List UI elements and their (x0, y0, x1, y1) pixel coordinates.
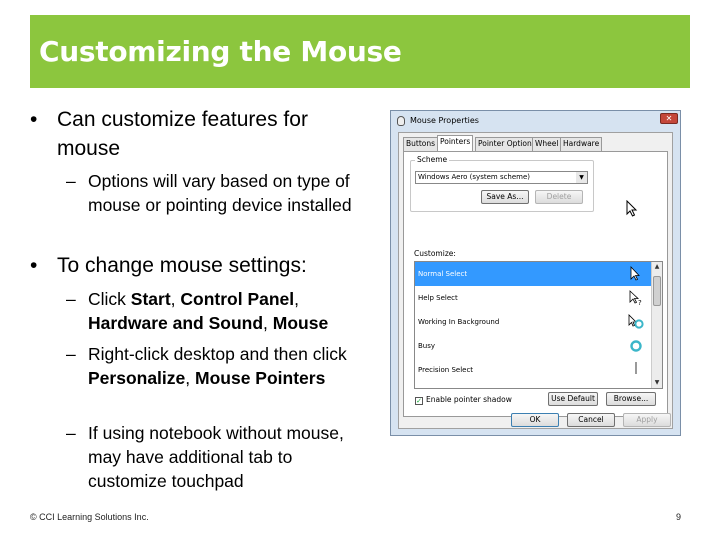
sub-bullet-item: – If using notebook without mouse, may ha… (30, 421, 355, 493)
delete-button[interactable]: Delete (535, 190, 583, 204)
tab-buttons[interactable]: Buttons (403, 137, 439, 151)
dialog-title: Mouse Properties (410, 116, 479, 125)
slide-title: Customizing the Mouse (39, 35, 402, 68)
scroll-up-icon[interactable]: ▲ (652, 262, 662, 272)
arrow-cursor-icon (626, 200, 638, 217)
sub-bullet-item: – Options will vary based on type of mous… (30, 169, 370, 217)
pointer-item-help-select[interactable]: Help Select ? (415, 286, 652, 310)
save-as-button[interactable]: Save As... (481, 190, 529, 204)
mouse-icon (397, 116, 405, 126)
scheme-group: Scheme Windows Aero (system scheme) ▼ Sa… (410, 155, 594, 212)
pointer-item-working-in-background[interactable]: Working In Background (415, 310, 652, 334)
sub-bullet-item: – Click Start, Control Panel, Hardware an… (30, 287, 375, 335)
cancel-button[interactable]: Cancel (567, 413, 615, 427)
pointer-list-scrollbar[interactable]: ▲ ▼ (651, 262, 662, 388)
bullet-item: • Can customize features for mouse (30, 105, 350, 163)
tab-wheel[interactable]: Wheel (532, 137, 562, 151)
enable-pointer-shadow-checkbox[interactable]: ✓ Enable pointer shadow (415, 395, 512, 405)
tab-hardware[interactable]: Hardware (560, 137, 603, 151)
sub-bullet-text: Options will vary based on type of mouse… (88, 171, 352, 215)
use-default-button[interactable]: Use Default (548, 392, 598, 406)
tab-pointers[interactable]: Pointers (437, 135, 474, 152)
bullet-dot: • (30, 254, 38, 277)
svg-text:?: ? (638, 299, 642, 306)
pointer-list: Normal Select Help Select ? Working In B… (414, 261, 663, 389)
sub-bullet-item: – Right-click desktop and then click Pers… (30, 342, 360, 390)
close-button[interactable]: ✕ (660, 113, 678, 124)
dash: – (66, 289, 76, 309)
sub-bullet-text: If using notebook without mouse, may hav… (88, 423, 344, 491)
pointers-panel: Scheme Windows Aero (system scheme) ▼ Sa… (403, 151, 668, 417)
dialog-body: Buttons Pointers Pointer Options Wheel H… (398, 132, 673, 429)
help-cursor-icon: ? (629, 290, 642, 306)
copyright-footer: © CCI Learning Solutions Inc. (30, 512, 149, 522)
scroll-down-icon[interactable]: ▼ (652, 378, 662, 388)
dash: – (66, 344, 76, 364)
dialog-titlebar: Mouse Properties (397, 114, 673, 128)
busy-cursor-icon (630, 340, 642, 352)
tab-pointer-options[interactable]: Pointer Options (475, 137, 539, 151)
dash: – (66, 171, 76, 191)
dash: – (66, 423, 76, 443)
bullet-item: • To change mouse settings: (30, 251, 370, 280)
bullet-dot: • (30, 108, 38, 131)
scheme-label: Scheme (415, 155, 450, 164)
scroll-thumb[interactable] (653, 276, 661, 306)
title-bar: Customizing the Mouse (30, 15, 690, 88)
crosshair-cursor-icon (635, 362, 637, 374)
chevron-down-icon: ▼ (576, 172, 587, 183)
sub-bullet-text: Right-click desktop and then click Perso… (88, 344, 347, 388)
tab-strip: Buttons Pointers Pointer Options Wheel H… (399, 135, 672, 152)
scheme-select[interactable]: Windows Aero (system scheme) ▼ (415, 171, 588, 184)
arrow-cursor-icon (630, 266, 640, 281)
apply-button[interactable]: Apply (623, 413, 671, 427)
browse-button[interactable]: Browse... (606, 392, 656, 406)
checkmark-icon: ✓ (415, 397, 423, 405)
bullet-text: To change mouse settings: (57, 254, 307, 277)
mouse-properties-dialog: Mouse Properties ✕ Buttons Pointers Poin… (390, 110, 681, 436)
pointer-item-precision-select[interactable]: Precision Select (415, 358, 652, 382)
pointer-item-normal-select[interactable]: Normal Select (415, 262, 652, 286)
ok-button[interactable]: OK (511, 413, 559, 427)
bullet-text: Can customize features for mouse (57, 108, 308, 160)
sub-bullet-text: Click Start, Control Panel, Hardware and… (88, 289, 329, 333)
customize-label: Customize: (414, 249, 456, 258)
working-cursor-icon (628, 314, 644, 329)
page-number: 9 (676, 512, 682, 522)
pointer-item-busy[interactable]: Busy (415, 334, 652, 358)
